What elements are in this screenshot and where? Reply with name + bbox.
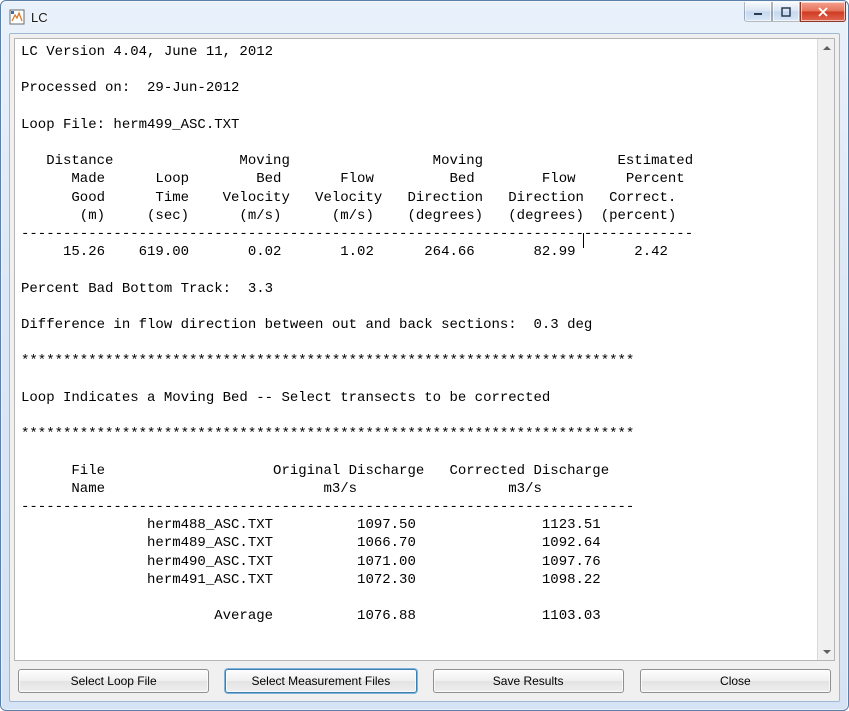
titlebar[interactable]: LC [1, 1, 848, 33]
close-button[interactable]: Close [640, 669, 831, 693]
results-text-panel[interactable]: LC Version 4.04, June 11, 2012 Processed… [14, 38, 835, 661]
chevron-down-icon [823, 650, 831, 654]
maximize-button[interactable] [772, 2, 800, 22]
text-caret [583, 233, 584, 248]
app-window: LC LC Version 4.04, June 11, 2012 Proces… [0, 0, 849, 711]
app-icon [9, 9, 25, 25]
save-results-button[interactable]: Save Results [433, 669, 624, 693]
window-title: LC [31, 10, 48, 25]
scroll-up-button[interactable] [818, 39, 835, 56]
window-controls [744, 2, 846, 22]
close-window-button[interactable] [800, 2, 846, 22]
scrollbar[interactable] [817, 39, 834, 660]
client-area: LC Version 4.04, June 11, 2012 Processed… [9, 33, 840, 702]
close-icon [817, 7, 829, 17]
minimize-button[interactable] [744, 2, 772, 22]
scroll-down-button[interactable] [818, 643, 835, 660]
minimize-icon [753, 7, 763, 17]
select-measurement-files-button[interactable]: Select Measurement Files [225, 669, 416, 693]
chevron-up-icon [823, 46, 831, 50]
results-text[interactable]: LC Version 4.04, June 11, 2012 Processed… [21, 43, 828, 626]
maximize-icon [781, 7, 791, 17]
button-row: Select Loop File Select Measurement File… [14, 661, 835, 697]
select-loop-file-button[interactable]: Select Loop File [18, 669, 209, 693]
